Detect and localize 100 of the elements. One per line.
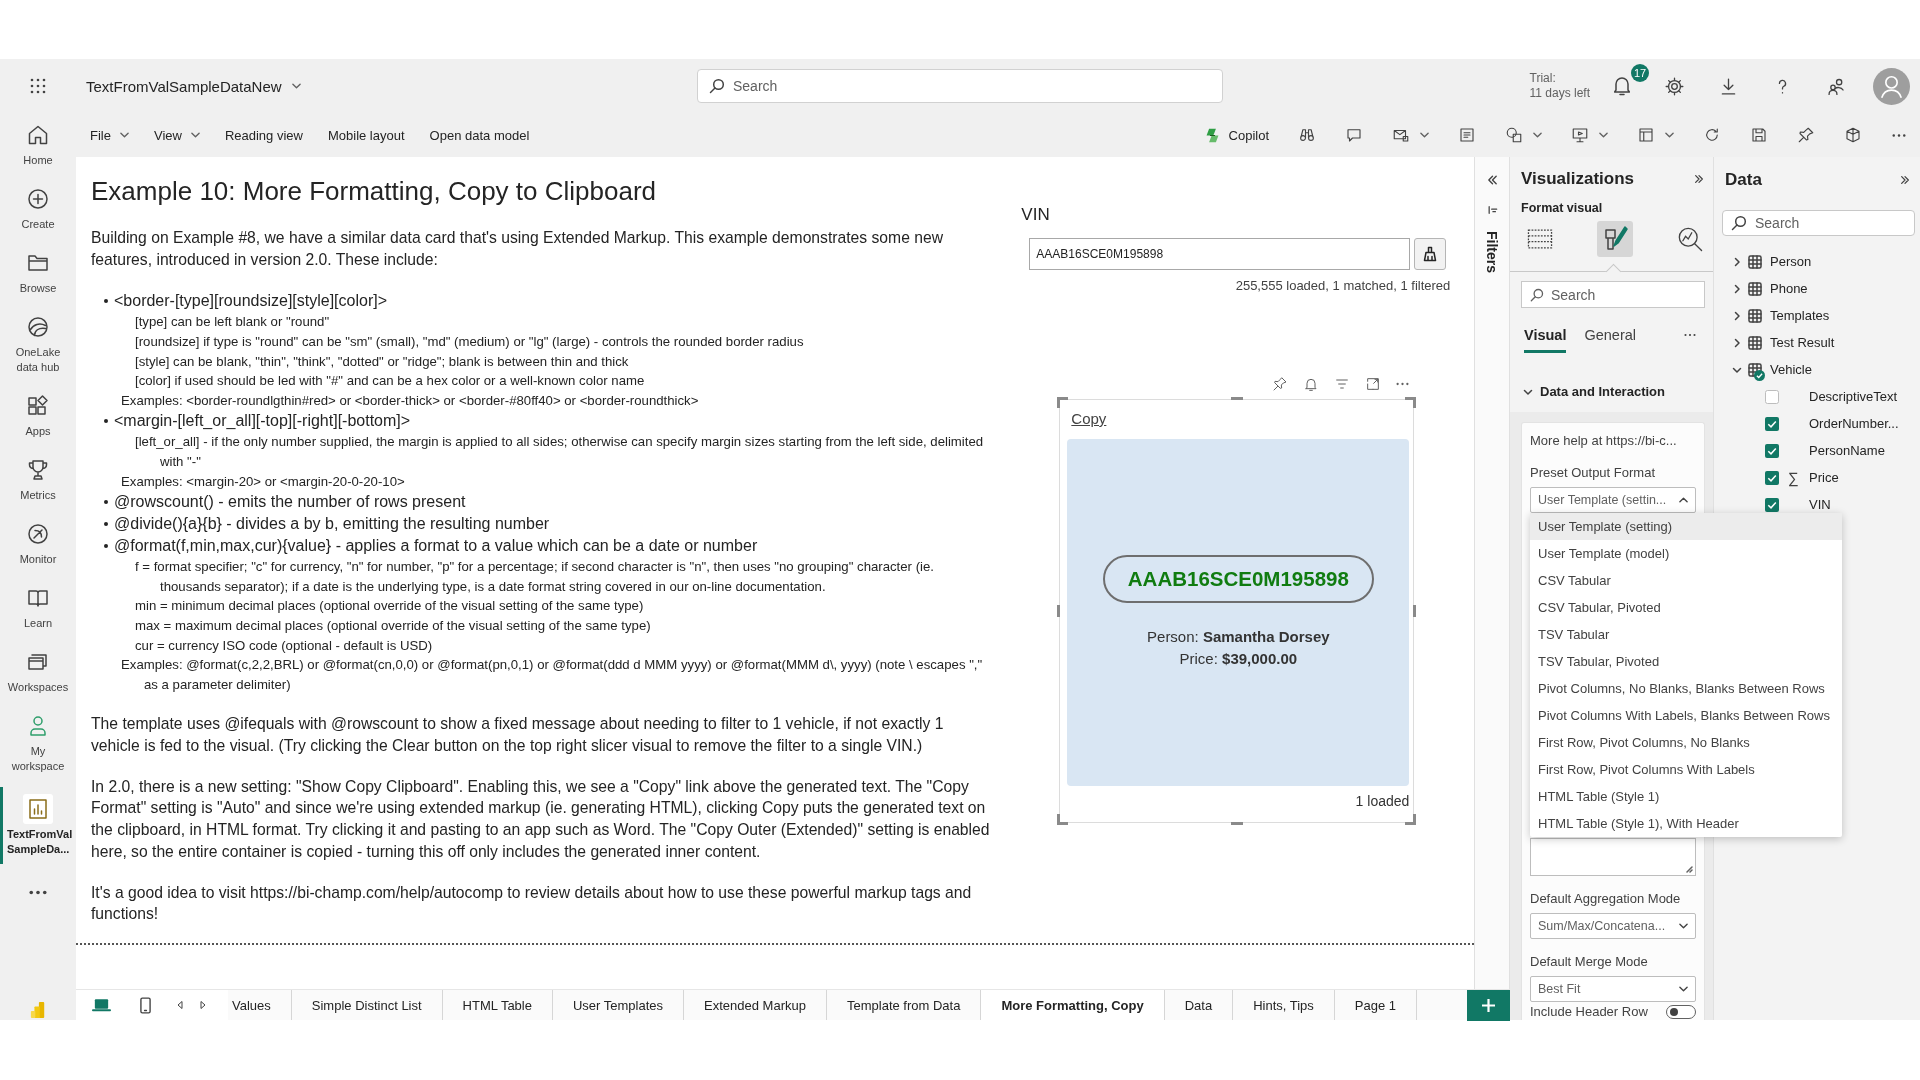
checkbox[interactable] <box>1765 443 1779 458</box>
more-icon[interactable] <box>1684 332 1696 337</box>
copy-link[interactable]: Copy <box>1071 410 1107 427</box>
page-tab[interactable]: More Formatting, Copy <box>981 990 1165 1020</box>
window-icon[interactable] <box>1637 126 1655 144</box>
dropdown-option[interactable]: CSV Tabular, Pivoted <box>1530 594 1842 621</box>
report-title-button[interactable]: TextFromValSampleDataNew <box>80 73 307 99</box>
table-name[interactable]: Person <box>1770 254 1812 269</box>
menu-button[interactable]: View <box>153 127 200 143</box>
double-chevron-right-icon[interactable] <box>1694 174 1704 185</box>
nav-item[interactable]: Metrics <box>0 448 76 510</box>
pin-icon[interactable] <box>1272 376 1289 392</box>
settings-icon[interactable] <box>1664 75 1685 97</box>
pin-icon[interactable] <box>1797 126 1815 144</box>
triangle-left-icon[interactable] <box>177 1001 183 1009</box>
chevron-right-icon[interactable] <box>1732 337 1742 348</box>
shapes-icon[interactable] <box>1505 126 1523 144</box>
field-name[interactable]: OrderNumber... <box>1809 416 1899 431</box>
field-name[interactable]: VIN <box>1809 497 1831 512</box>
page-tab[interactable]: Data <box>1164 990 1234 1020</box>
page-tab[interactable]: Values <box>228 990 292 1020</box>
resize-handle[interactable] <box>1231 822 1244 825</box>
checkbox[interactable] <box>1765 389 1779 404</box>
nav-item[interactable]: Workspaces <box>0 640 76 702</box>
page-tab[interactable]: Simple Distinct List <box>291 990 443 1020</box>
nav-item[interactable]: Browse <box>0 241 76 303</box>
dropdown[interactable]: User Template (settin... <box>1530 487 1696 513</box>
resize-grip-icon[interactable] <box>1685 865 1693 873</box>
nav-item[interactable]: Create <box>0 177 76 239</box>
text-box-icon[interactable] <box>1458 126 1476 144</box>
table-name[interactable]: Templates <box>1770 308 1830 323</box>
dropdown-option[interactable]: TSV Tabular <box>1530 621 1842 648</box>
dropdown-option[interactable]: First Row, Pivot Columns, No Blanks <box>1530 729 1842 756</box>
format-tab[interactable]: Visual <box>1524 323 1567 353</box>
phone-icon[interactable] <box>140 996 151 1014</box>
menu-button[interactable]: Open data model <box>429 127 530 143</box>
table-name[interactable]: Vehicle <box>1770 362 1812 377</box>
vin-input[interactable]: AAAB16SCE0M195898 <box>1029 238 1411 270</box>
dropdown-option[interactable]: Pivot Columns With Labels, Blanks Between Rows <box>1530 702 1842 729</box>
nav-item[interactable]: Apps <box>0 384 76 446</box>
filters-pane-title[interactable]: Filters <box>1484 231 1500 273</box>
nav-item[interactable]: Learn <box>0 576 76 638</box>
toggle-switch[interactable] <box>1666 1005 1696 1019</box>
menu-button[interactable]: Mobile layout <box>327 127 405 143</box>
more-icon[interactable] <box>1396 382 1410 386</box>
add-page-icon[interactable] <box>1467 990 1510 1021</box>
copilot-button[interactable]: Copilot <box>1203 126 1269 144</box>
dropdown-option[interactable]: Pivot Columns, No Blanks, Blanks Between Rows <box>1530 675 1842 702</box>
comment-icon[interactable] <box>1345 126 1363 144</box>
chevron-right-icon[interactable] <box>1732 310 1742 321</box>
dropdown-option[interactable]: First Row, Pivot Columns With Labels <box>1530 756 1842 783</box>
search-input[interactable]: Search <box>1551 284 1696 305</box>
field-name[interactable]: Price <box>1809 470 1839 485</box>
chevron-down-icon[interactable] <box>1665 132 1674 138</box>
search-box[interactable]: Search <box>697 69 1223 103</box>
page-tab[interactable]: HTML Table <box>442 990 553 1020</box>
double-chevron-left-icon[interactable] <box>1486 175 1498 185</box>
more-icon[interactable] <box>1892 132 1906 138</box>
chevron-down-icon[interactable] <box>1420 132 1429 138</box>
field-name[interactable]: PersonName <box>1809 443 1885 458</box>
save-icon[interactable] <box>1750 126 1768 144</box>
dropdown-option[interactable]: HTML Table (Style 1) <box>1530 783 1842 810</box>
section-header[interactable]: Data and Interaction <box>1523 380 1713 403</box>
table-name[interactable]: Phone <box>1770 281 1808 296</box>
chevron-down-icon[interactable] <box>1533 132 1542 138</box>
triangle-right-icon[interactable] <box>200 1001 206 1009</box>
menu-button[interactable]: Reading view <box>224 127 303 143</box>
resize-handle[interactable] <box>1405 814 1417 825</box>
cube-icon[interactable] <box>1844 126 1862 144</box>
paintbrush-icon[interactable] <box>1597 221 1633 258</box>
clear-button[interactable] <box>1414 238 1447 270</box>
resize-handle[interactable] <box>1231 397 1244 400</box>
chevron-right-icon[interactable] <box>1732 256 1742 267</box>
resize-handle[interactable] <box>1413 605 1417 617</box>
chevron-right-icon[interactable] <box>1732 283 1742 294</box>
field-name[interactable]: DescriptiveText <box>1809 389 1898 404</box>
table-name[interactable]: Test Result <box>1770 335 1835 350</box>
dropdown-option[interactable]: User Template (setting) <box>1530 513 1842 540</box>
app-launcher-icon[interactable] <box>30 78 46 94</box>
avatar-icon[interactable] <box>1873 67 1910 105</box>
checkbox[interactable] <box>1765 416 1779 431</box>
dropdown-option[interactable]: CSV Tabular <box>1530 567 1842 594</box>
checkbox[interactable] <box>1765 497 1779 512</box>
nav-item[interactable]: Monitor <box>0 512 76 574</box>
dropdown-option[interactable]: HTML Table (Style 1), With Header <box>1530 810 1842 837</box>
double-chevron-right-icon[interactable] <box>1900 175 1910 185</box>
nav-item[interactable]: OneLake data hub <box>0 305 76 382</box>
search-box[interactable]: Search <box>1521 281 1705 308</box>
menu-button[interactable]: File <box>90 127 129 143</box>
search-input[interactable]: Search <box>1755 213 1906 233</box>
dropdown[interactable]: Sum/Max/Concatena... <box>1530 913 1696 939</box>
resize-handle[interactable] <box>1057 814 1069 825</box>
bell-icon[interactable] <box>1614 76 1630 96</box>
dropdown-option[interactable]: User Template (model) <box>1530 540 1842 567</box>
page-tab[interactable]: Hints, Tips <box>1233 990 1335 1020</box>
nav-item[interactable]: My workspace <box>0 704 76 781</box>
laptop-icon[interactable] <box>92 998 111 1012</box>
resize-handle[interactable] <box>1057 605 1061 617</box>
resize-handle[interactable] <box>1405 397 1417 408</box>
search-input[interactable]: Search <box>733 76 1211 96</box>
